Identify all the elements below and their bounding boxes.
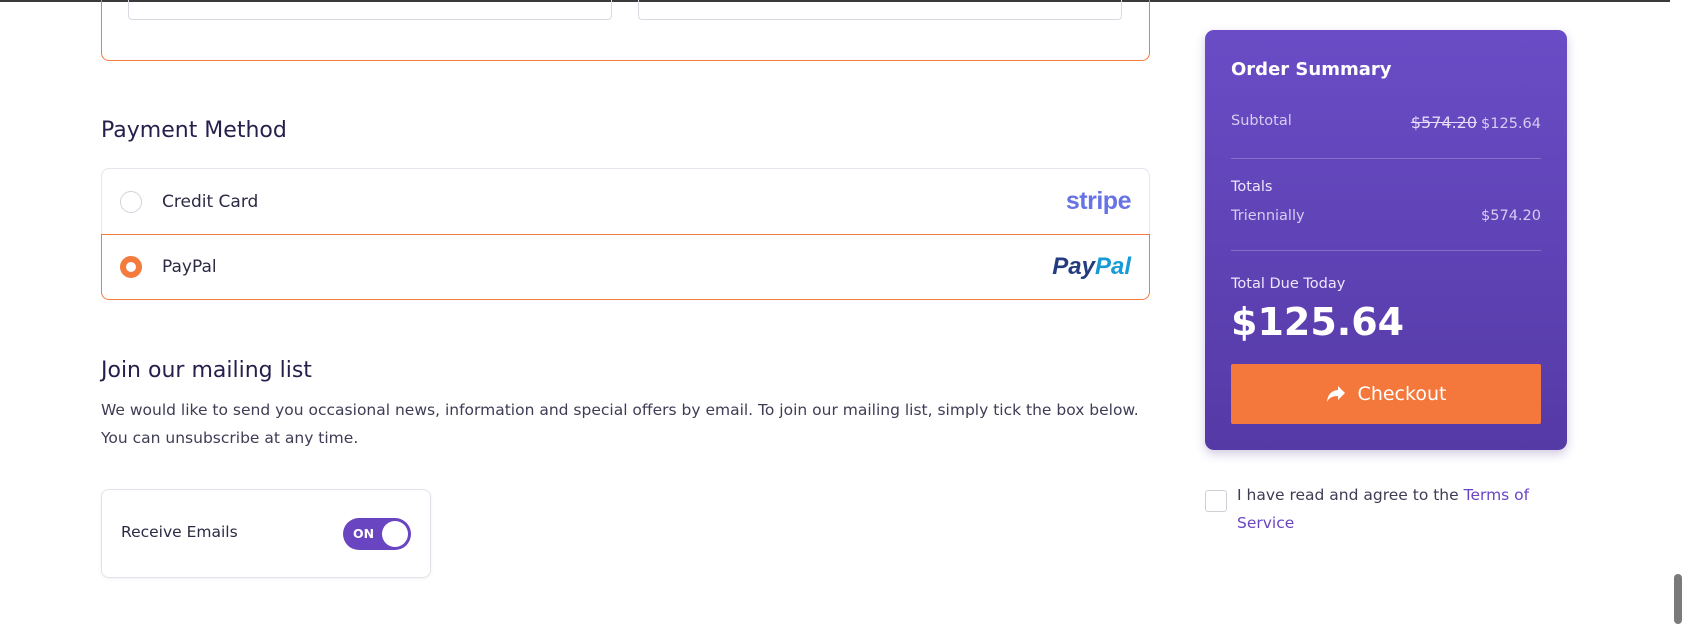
mailing-list-description: We would like to send you occasional new… — [101, 401, 1139, 447]
previous-input-field[interactable] — [128, 0, 612, 20]
scrollbar[interactable] — [1670, 0, 1684, 624]
payment-method-heading: Payment Method — [101, 118, 287, 143]
order-summary-panel: Order Summary Subtotal $574.20 $125.64 To… — [1205, 30, 1567, 450]
payment-option-paypal[interactable]: PayPal PayPal — [101, 234, 1150, 300]
payment-options: Credit Card stripe PayPal PayPal — [101, 168, 1150, 300]
credit-card-radio[interactable] — [120, 190, 142, 213]
billing-cycle-value: $574.20 — [1481, 208, 1541, 224]
paypal-logo: PayPal — [1052, 253, 1131, 280]
terms-text: I have read and agree to the Terms of Se… — [1237, 481, 1537, 537]
subtotal-original-price: $574.20 — [1410, 113, 1478, 132]
paypal-label: PayPal — [162, 257, 217, 277]
billing-cycle-label: Triennially — [1231, 208, 1305, 224]
subtotal-label: Subtotal — [1231, 113, 1292, 129]
summary-divider — [1231, 250, 1541, 251]
stripe-logo: stripe — [1065, 187, 1132, 215]
receive-emails-toggle[interactable]: ON — [343, 518, 411, 550]
receive-emails-box: Receive Emails ON — [101, 489, 431, 578]
total-due-value: $125.64 — [1231, 300, 1405, 344]
subtotal-row: Subtotal $574.20 $125.64 — [1231, 113, 1541, 132]
toggle-knob — [382, 521, 408, 547]
credit-card-label: Credit Card — [162, 191, 259, 212]
paypal-radio[interactable] — [120, 256, 142, 278]
scrollbar-thumb[interactable] — [1674, 574, 1682, 624]
toggle-state-label: ON — [353, 526, 375, 541]
previous-input-field[interactable] — [638, 0, 1122, 20]
terms-checkbox[interactable] — [1205, 490, 1227, 512]
summary-divider — [1231, 158, 1541, 159]
share-arrow-icon — [1326, 386, 1345, 402]
subtotal-discounted-price: $125.64 — [1481, 116, 1541, 132]
checkout-label: Checkout — [1357, 383, 1447, 405]
payment-option-credit-card[interactable]: Credit Card stripe — [101, 168, 1150, 234]
mailing-list-heading: Join our mailing list — [101, 358, 312, 383]
total-due-label: Total Due Today — [1231, 276, 1346, 292]
previous-form-section — [101, 0, 1150, 61]
terms-prefix: I have read and agree to the — [1237, 486, 1464, 504]
receive-emails-label: Receive Emails — [121, 523, 238, 541]
totals-label: Totals — [1231, 179, 1273, 195]
subtotal-value: $574.20 $125.64 — [1411, 113, 1541, 132]
checkout-button[interactable]: Checkout — [1231, 364, 1541, 424]
billing-cycle-row: Triennially $574.20 — [1231, 208, 1541, 224]
order-summary-title: Order Summary — [1231, 59, 1392, 80]
